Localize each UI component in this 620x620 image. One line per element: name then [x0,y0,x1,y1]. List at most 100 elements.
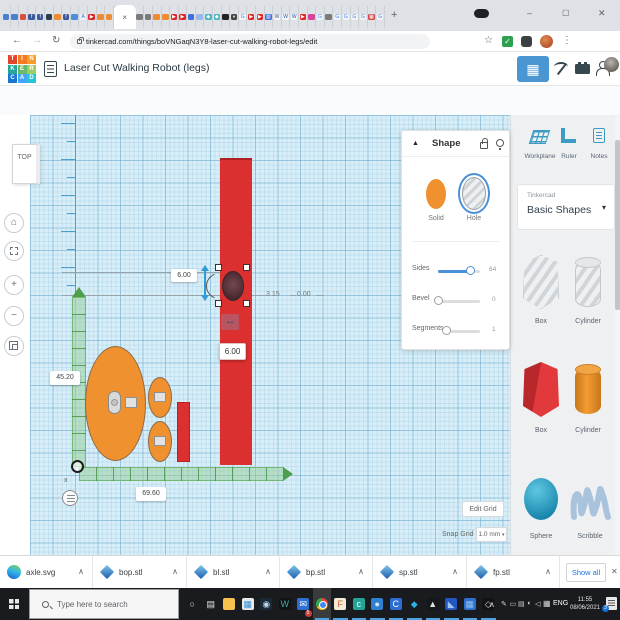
browser-tab[interactable] [71,6,80,28]
height-arrow[interactable] [204,271,206,295]
browser-tab[interactable]: W [290,6,299,28]
move-arrow-handle[interactable]: ↔ [221,314,239,330]
collapse-triangle-icon[interactable]: ▲ [412,140,419,147]
resize-handle-tr[interactable] [243,264,250,271]
taskbar-clock[interactable]: 11:55 08/06/2021 [562,597,608,612]
taskbar-app-icon[interactable]: ● [368,588,387,620]
taskbar-app-icon[interactable]: ▤ [202,588,221,620]
resize-handle-tl[interactable] [215,264,222,271]
browser-tab[interactable]: ▶ [247,6,256,28]
browser-tab[interactable]: ◆ [204,6,213,28]
tray-status-icon[interactable]: ▤ [518,600,525,608]
window-maximize-button[interactable]: ▢ [562,8,570,17]
perspective-toggle-button[interactable] [4,336,24,356]
browser-tab[interactable] [105,6,114,28]
browser-tab[interactable]: ▥ [265,6,274,28]
browser-tab[interactable] [97,6,106,28]
notes-icon[interactable] [593,128,605,143]
ruler-origin-handle[interactable] [71,460,84,473]
blocks-icon[interactable] [575,64,590,74]
tools-pickaxe-icon[interactable] [554,61,569,76]
download-chevron-icon[interactable]: ∧ [358,567,364,576]
shape-red-bar-small[interactable] [177,402,190,462]
browser-tab[interactable]: G [333,6,342,28]
dimension-offset-label[interactable]: 3.15 [266,291,280,298]
tray-status-icon[interactable]: ◖ [527,600,531,607]
tray-status-icon[interactable]: ▭ [510,600,517,608]
browser-tab[interactable] [325,6,334,28]
hole-swatch[interactable] [462,177,486,210]
downloads-close-icon[interactable]: ✕ [611,567,618,576]
segments-slider[interactable] [446,330,480,333]
browser-tab[interactable] [162,6,171,28]
ruler-options-icon[interactable] [62,490,78,506]
view-home-button[interactable]: ⌂ [4,213,24,233]
ruler-icon[interactable] [561,128,576,143]
tray-input-indicator-icon[interactable]: ▦ [543,599,551,608]
download-item[interactable]: bl.stl ∧ [187,556,280,589]
view-cube[interactable]: TOP [12,144,40,184]
zoom-in-button[interactable]: + [4,275,24,295]
snap-grid-dropdown[interactable]: 1.0 mm ▾ [476,527,507,542]
browser-tab[interactable]: ◆ [213,6,222,28]
taskbar-app-icon[interactable]: W [276,588,295,620]
taskbar-app-icon[interactable]: ◉ [257,588,276,620]
browser-menu-icon[interactable]: ⋮ [562,35,572,46]
reload-icon[interactable]: ↻ [52,35,60,46]
extension-icon[interactable] [521,36,532,47]
lock-icon[interactable] [480,142,488,149]
ruler-vertical-value[interactable]: 45.20 [50,371,80,385]
browser-tab[interactable]: ▶ [256,6,265,28]
design-title[interactable]: Laser Cut Walking Robot (legs) [64,62,210,74]
active-tab[interactable]: × [114,5,136,29]
shape-panel-header[interactable]: ▲ Shape [402,131,509,157]
bookmark-star-icon[interactable]: ☆ [484,35,493,46]
browser-avatar[interactable] [540,35,553,48]
show-all-downloads-button[interactable]: Show all [566,563,606,582]
browser-tab[interactable] [136,6,145,28]
browser-tab[interactable]: f [62,6,71,28]
browser-tab[interactable]: W [273,6,282,28]
sides-slider-knob[interactable] [466,266,475,275]
dimension-zero-label[interactable]: 0.00 [297,291,311,298]
browser-tab[interactable]: ▶ [88,6,97,28]
browser-tab[interactable]: G [359,6,368,28]
browser-tab[interactable] [187,6,196,28]
window-minimize-button[interactable]: – [527,8,532,18]
download-chevron-icon[interactable]: ∧ [172,567,178,576]
ruler-horizontal-value[interactable]: 69.60 [136,487,166,501]
tray-status-icon[interactable]: ✎ [501,600,507,608]
workplane-icon[interactable] [529,130,551,144]
edit-grid-button[interactable]: Edit Grid [462,501,504,517]
download-item[interactable]: sp.stl ∧ [373,556,467,589]
browser-tab[interactable]: G [342,6,351,28]
browser-tab[interactable]: W [282,6,291,28]
download-item[interactable]: bop.stl ∧ [93,556,187,589]
download-chevron-icon[interactable]: ∧ [452,567,458,576]
dimension-height-label[interactable]: 6.00 [171,269,197,282]
url-bar[interactable]: tinkercad.com/things/boVNGaqN3Y8-laser-c… [70,34,430,49]
bevel-slider[interactable] [438,300,480,303]
taskbar-search-box[interactable]: Type here to search [29,589,179,619]
taskbar-app-icon[interactable]: ◣ [442,588,461,620]
browser-tab[interactable]: ▶ [299,6,308,28]
taskbar-app-icon[interactable]: ▲ [424,588,443,620]
forward-icon[interactable]: → [32,35,42,46]
browser-tab[interactable]: ▶ [179,6,188,28]
browser-tab[interactable]: G [316,6,325,28]
back-icon[interactable]: ← [12,35,22,46]
browser-tab[interactable]: ♦ [230,6,239,28]
gallery-hole-box[interactable] [523,255,559,309]
visibility-bulb-icon[interactable] [496,139,504,147]
browser-tab[interactable] [153,6,162,28]
dimension-width-input[interactable]: 6.00 [219,343,246,360]
tray-expand-icon[interactable]: ∧ [489,600,495,609]
taskbar-app-icon[interactable]: F [331,588,350,620]
tray-status-icon[interactable]: ◁ [535,600,540,608]
taskbar-app-icon[interactable]: ▦ [461,588,480,620]
scrollbar-thumb[interactable] [615,140,620,310]
taskbar-app-icon[interactable]: ○ [183,588,202,620]
browser-tab[interactable]: ▦ [368,6,377,28]
browser-tab[interactable] [54,6,63,28]
browser-tab[interactable]: f [36,6,45,28]
